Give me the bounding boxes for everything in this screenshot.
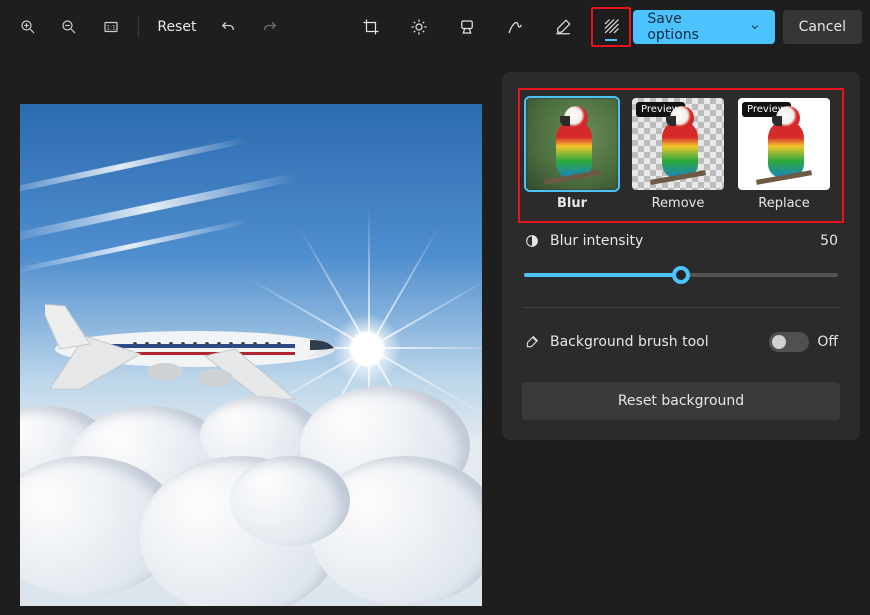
tool-group (351, 7, 631, 47)
slider-track-fill (524, 273, 681, 277)
option-replace-thumb: Preview (738, 98, 830, 190)
toggle-knob (772, 335, 786, 349)
blur-intensity-value: 50 (820, 233, 838, 249)
slider-handle[interactable] (672, 266, 690, 284)
brush-icon (524, 334, 540, 350)
blur-intensity-row: Blur intensity 50 (518, 223, 844, 259)
zoom-out-icon[interactable] (49, 7, 88, 47)
save-options-label: Save options (647, 11, 735, 43)
cancel-label: Cancel (799, 19, 846, 35)
right-actions: Save options Cancel (633, 10, 862, 44)
brush-tool-state: Off (817, 334, 838, 350)
image-canvas[interactable] (20, 104, 482, 606)
option-blur[interactable]: Blur (526, 98, 618, 211)
blur-intensity-slider[interactable] (518, 259, 844, 301)
background-tool[interactable] (591, 7, 631, 47)
erase-tool[interactable] (543, 7, 583, 47)
brush-tool-row: Background brush tool Off (518, 322, 844, 372)
reset-background-button[interactable]: Reset background (522, 382, 840, 420)
blur-intensity-label: Blur intensity (550, 233, 643, 249)
option-label: Blur (557, 196, 587, 211)
adjustments-tool[interactable] (399, 7, 439, 47)
background-panel: Blur Preview Remove Preview Replace (502, 72, 860, 440)
filter-tool[interactable] (447, 7, 487, 47)
reset-background-label: Reset background (618, 393, 744, 409)
cancel-button[interactable]: Cancel (783, 10, 862, 44)
svg-text:1:1: 1:1 (106, 24, 116, 31)
canvas-decoration (20, 137, 248, 197)
toolbar-divider (138, 16, 139, 38)
background-options: Blur Preview Remove Preview Replace (518, 88, 844, 223)
zoom-in-icon[interactable] (8, 7, 47, 47)
undo-icon[interactable] (208, 7, 247, 47)
top-toolbar: 1:1 Reset Save options (0, 0, 870, 54)
reset-label: Reset (157, 19, 196, 35)
chevron-down-icon (749, 21, 761, 33)
crop-tool[interactable] (351, 7, 391, 47)
canvas-decoration (20, 173, 298, 243)
option-label: Replace (758, 196, 809, 211)
brush-tool-label: Background brush tool (550, 334, 709, 350)
option-label: Remove (652, 196, 705, 211)
option-blur-thumb (526, 98, 618, 190)
brush-tool-toggle[interactable] (769, 332, 809, 352)
option-remove[interactable]: Preview Remove (632, 98, 724, 211)
option-replace[interactable]: Preview Replace (738, 98, 830, 211)
blur-intensity-icon (524, 233, 540, 249)
canvas-area (0, 54, 502, 615)
fit-to-window-icon[interactable]: 1:1 (91, 7, 130, 47)
redo-icon[interactable] (250, 7, 289, 47)
reset-button[interactable]: Reset (147, 9, 206, 45)
option-remove-thumb: Preview (632, 98, 724, 190)
markup-tool[interactable] (495, 7, 535, 47)
canvas-decoration (20, 346, 482, 606)
workspace: Blur Preview Remove Preview Replace (0, 54, 870, 615)
save-options-button[interactable]: Save options (633, 10, 774, 44)
panel-divider (522, 307, 840, 308)
